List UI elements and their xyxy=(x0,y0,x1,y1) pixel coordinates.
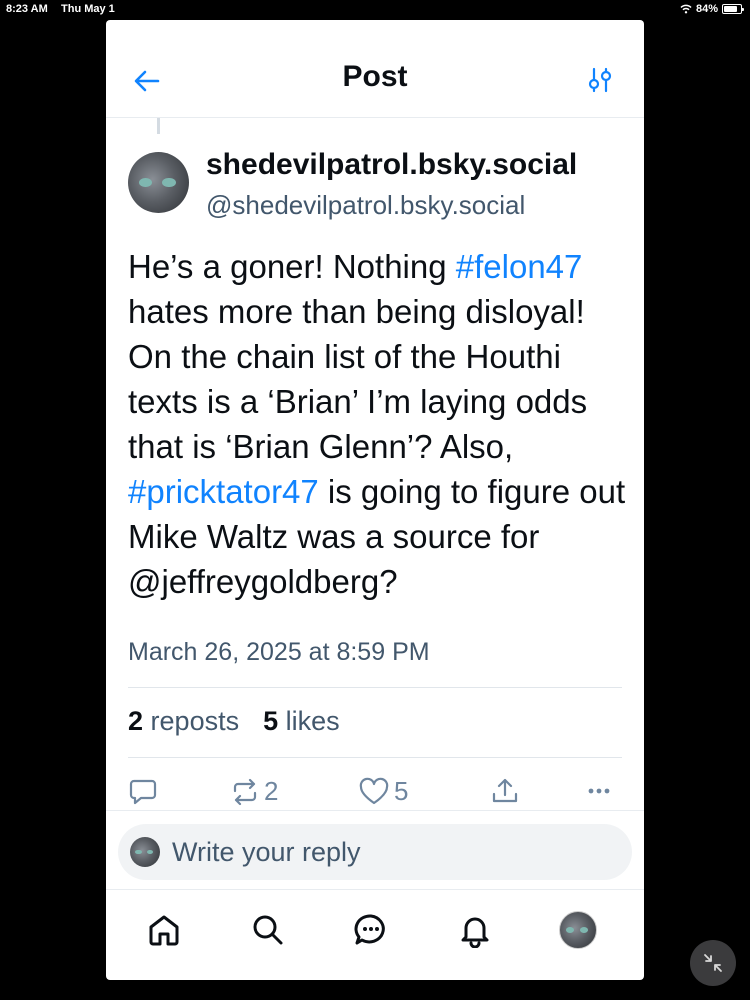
divider xyxy=(128,757,622,758)
thread-settings-button[interactable] xyxy=(586,66,614,94)
wifi-icon xyxy=(680,4,692,14)
reply-button[interactable] xyxy=(128,776,158,806)
avatar-eye xyxy=(162,177,176,188)
avatar-eye xyxy=(138,177,153,188)
tab-search[interactable] xyxy=(248,910,288,950)
author-display-name[interactable]: shedevilpatrol.bsky.social xyxy=(206,148,577,182)
speech-bubble-icon xyxy=(129,779,157,805)
repost-button[interactable]: 2 xyxy=(230,776,278,807)
status-date: Thu May 1 xyxy=(61,3,115,15)
tab-home[interactable] xyxy=(144,910,184,950)
reposts-stat[interactable]: 2 reposts xyxy=(128,706,239,737)
post-header: Post xyxy=(106,20,644,118)
collapse-arrows-icon xyxy=(704,954,722,972)
divider xyxy=(106,810,644,811)
post-text-segment: hates more than being disloyal! On the c… xyxy=(128,293,588,465)
like-button[interactable]: 5 xyxy=(358,776,408,807)
heart-icon xyxy=(359,777,389,804)
hashtag-link[interactable]: #felon47 xyxy=(456,248,583,285)
share-icon xyxy=(492,778,518,803)
post-text: He’s a goner! Nothing #felon47 hates mor… xyxy=(128,244,628,604)
search-icon xyxy=(253,915,283,945)
author-handle[interactable]: @shedevilpatrol.bsky.social xyxy=(206,190,525,221)
ellipsis-icon xyxy=(588,788,610,794)
bell-icon xyxy=(461,917,489,948)
thread-connector-line xyxy=(157,118,160,134)
status-right: 84% xyxy=(680,3,744,15)
battery-icon xyxy=(722,4,744,14)
battery-percent: 84% xyxy=(695,3,718,15)
page-title: Post xyxy=(342,60,408,93)
reposts-count: 2 xyxy=(128,706,144,736)
reposts-label: reposts xyxy=(150,706,240,736)
share-button[interactable] xyxy=(490,776,520,806)
profile-avatar xyxy=(559,911,597,949)
post-text-segment: He’s a goner! Nothing xyxy=(128,248,456,285)
status-time: 8:23 AM xyxy=(6,3,48,15)
post-timestamp: March 26, 2025 at 8:59 PM xyxy=(128,638,430,666)
reply-composer[interactable]: Write your reply xyxy=(118,824,632,880)
post-stats: 2 reposts 5 likes xyxy=(128,706,340,737)
repost-count: 2 xyxy=(264,776,279,806)
bottom-tab-bar xyxy=(106,889,644,980)
tab-notifications[interactable] xyxy=(455,910,495,950)
avatar-eye xyxy=(580,927,589,933)
post-screen: Post shedevilpatrol.bsky.social @shedevi… xyxy=(106,20,644,980)
status-bar: 8:23 AM Thu May 1 84% xyxy=(0,0,750,18)
battery-fill xyxy=(724,6,738,12)
home-icon xyxy=(149,915,179,946)
likes-stat[interactable]: 5 likes xyxy=(263,706,340,737)
reply-avatar xyxy=(130,837,160,867)
repost-icon xyxy=(233,778,257,805)
avatar-eye xyxy=(146,849,154,855)
avatar-eye xyxy=(566,927,575,933)
sliders-icon xyxy=(588,67,612,93)
post-actions: 2 5 xyxy=(128,776,622,812)
chat-icon xyxy=(354,914,385,945)
avatar-eye xyxy=(135,849,142,855)
like-count: 5 xyxy=(394,776,409,806)
hashtag-link[interactable]: #pricktator47 xyxy=(128,473,319,510)
likes-count: 5 xyxy=(263,706,279,736)
reply-placeholder: Write your reply xyxy=(172,837,361,867)
minimize-button[interactable] xyxy=(690,940,736,986)
divider xyxy=(128,687,622,688)
likes-label: likes xyxy=(285,706,340,736)
tab-chat[interactable] xyxy=(351,910,391,950)
more-options-button[interactable] xyxy=(584,776,614,806)
author-avatar[interactable] xyxy=(128,152,189,213)
tab-profile[interactable] xyxy=(558,910,598,950)
